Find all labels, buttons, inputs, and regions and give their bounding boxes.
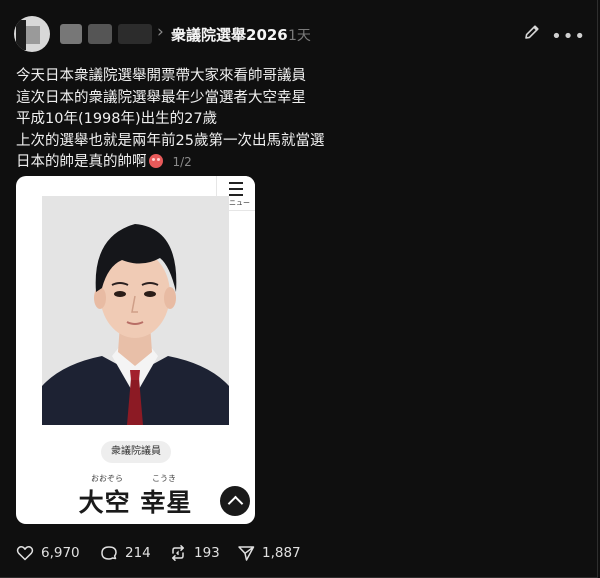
post-line-last: 日本的帥是真的帥啊 1/2 bbox=[16, 152, 556, 174]
share-count: 1,887 bbox=[262, 545, 301, 561]
community-link[interactable]: 衆議院選舉2026 bbox=[171, 24, 288, 45]
repost-icon bbox=[171, 545, 185, 561]
comment-button[interactable]: 214 bbox=[100, 543, 151, 563]
heart-icon bbox=[16, 545, 34, 561]
username-blurred[interactable] bbox=[60, 24, 82, 44]
post-image-card[interactable]: メニュー 衆議院議員 おおぞら こうき 大空 幸星 bbox=[16, 176, 255, 524]
comment-count: 214 bbox=[125, 545, 151, 561]
post-body: 今天日本衆議院選舉開票帶大家來看帥哥議員 這次日本的衆議院選舉最年少當選者大空幸… bbox=[16, 66, 556, 174]
image-pager: 1/2 bbox=[172, 155, 192, 169]
comment-icon bbox=[101, 546, 117, 560]
post-time: 1天 bbox=[288, 28, 311, 44]
post-header: › 衆議院選舉2026 1天 ••• bbox=[14, 14, 586, 54]
post-line: 上次的選舉也就是兩年前25歲第一次出馬就當選 bbox=[16, 132, 325, 149]
scroll-up-icon[interactable] bbox=[220, 486, 250, 516]
post-line: 今天日本衆議院選舉開票帶大家來看帥哥議員 bbox=[16, 68, 306, 84]
post-line-text: 日本的帥是真的帥啊 bbox=[16, 154, 147, 170]
repost-count: 193 bbox=[194, 545, 220, 561]
like-count: 6,970 bbox=[41, 545, 80, 561]
share-button[interactable]: 1,887 bbox=[237, 543, 301, 563]
hamburger-icon bbox=[229, 182, 243, 196]
action-bar: 6,970 214 193 1,887 bbox=[16, 543, 586, 563]
username-blurred[interactable] bbox=[88, 24, 112, 44]
pencil-icon[interactable] bbox=[522, 22, 544, 44]
send-icon bbox=[238, 546, 255, 561]
like-button[interactable]: 6,970 bbox=[16, 543, 80, 563]
portrait-photo bbox=[42, 196, 229, 425]
title-badge: 衆議院議員 bbox=[101, 441, 171, 463]
avatar[interactable] bbox=[14, 16, 50, 52]
chevron-right-icon: › bbox=[157, 22, 164, 42]
username-blurred[interactable] bbox=[118, 24, 152, 44]
heart-eyes-emoji-icon bbox=[148, 154, 163, 168]
more-icon[interactable]: ••• bbox=[551, 26, 586, 47]
repost-button[interactable]: 193 bbox=[169, 543, 220, 563]
post-line: 這次日本的衆議院選舉最年少當選者大空幸星 bbox=[16, 89, 306, 106]
post-line: 平成10年(1998年)出生的27歲 bbox=[16, 111, 218, 127]
